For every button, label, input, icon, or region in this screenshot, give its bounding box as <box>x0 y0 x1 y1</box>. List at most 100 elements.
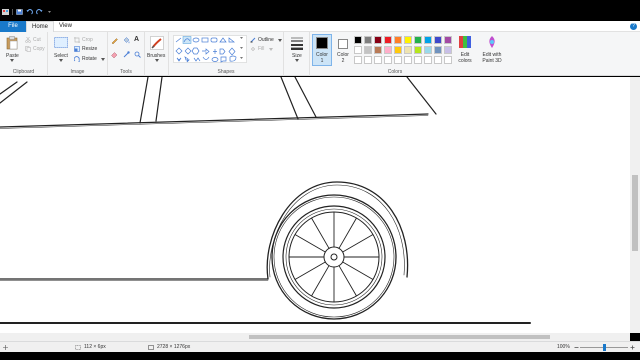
canvas-size-icon <box>148 345 154 350</box>
color-swatch[interactable] <box>434 36 442 44</box>
paint3d-icon[interactable] <box>486 36 498 48</box>
edit-colors-icon[interactable] <box>459 36 471 48</box>
horizontal-scrollbar[interactable] <box>0 333 630 341</box>
eraser-icon[interactable] <box>111 51 118 58</box>
magnifier-icon[interactable] <box>134 51 141 58</box>
cursor-position-icon <box>3 345 8 350</box>
resize-button[interactable]: Resize <box>82 46 97 52</box>
group-image: Select Crop Resize Rotate Image <box>48 32 108 76</box>
color2-label[interactable]: Color 2 <box>335 52 351 64</box>
color-swatch[interactable] <box>374 46 382 54</box>
select-dropdown-icon[interactable] <box>59 59 63 62</box>
color-picker-icon[interactable] <box>123 51 130 58</box>
pencil-icon[interactable] <box>111 37 118 44</box>
brushes-icon[interactable] <box>150 36 164 50</box>
color-swatch[interactable] <box>384 36 392 44</box>
rotate-icon[interactable] <box>74 56 80 62</box>
drawing-canvas[interactable] <box>0 77 630 333</box>
color2-swatch[interactable] <box>338 39 348 49</box>
redo-icon[interactable] <box>36 9 43 15</box>
shapes-group-label: Shapes <box>217 69 235 75</box>
edit-colors-button[interactable]: Edit colors <box>455 52 475 64</box>
group-size: Size <box>284 32 310 76</box>
color-swatch[interactable] <box>404 46 412 54</box>
copy-button[interactable]: Copy <box>33 46 45 52</box>
tools-group-label: Tools <box>120 69 132 75</box>
zoom-out-icon[interactable] <box>574 345 579 350</box>
colors-group-label: Colors <box>387 69 403 75</box>
color-swatch[interactable] <box>394 56 402 64</box>
color-swatch[interactable] <box>354 56 362 64</box>
color-swatch[interactable] <box>444 56 452 64</box>
color-swatch[interactable] <box>394 36 402 44</box>
car-pillar-line <box>139 77 149 124</box>
car-belt-line <box>0 113 429 128</box>
rotate-button[interactable]: Rotate <box>82 56 97 62</box>
color-swatch[interactable] <box>374 56 382 64</box>
color-swatch[interactable] <box>404 36 412 44</box>
color-swatch[interactable] <box>424 36 432 44</box>
color-swatch[interactable] <box>414 56 422 64</box>
select-icon[interactable] <box>54 37 68 48</box>
brushes-dropdown-icon[interactable] <box>155 59 159 62</box>
fill-bucket-icon[interactable] <box>123 37 130 44</box>
outline-dropdown-icon[interactable] <box>278 39 282 42</box>
color-swatch[interactable] <box>414 36 422 44</box>
size-dropdown-icon[interactable] <box>295 59 299 62</box>
paste-icon[interactable] <box>6 36 18 50</box>
color-swatch[interactable] <box>414 46 422 54</box>
canvas-area[interactable] <box>0 77 630 333</box>
group-clipboard: Paste Cut Copy Clipboard <box>0 32 48 76</box>
group-shapes: Outline Fill Shapes <box>169 32 284 76</box>
resize-icon[interactable] <box>74 46 80 52</box>
vertical-scrollbar[interactable] <box>630 77 640 333</box>
zoom-in-icon[interactable] <box>630 345 635 350</box>
group-brushes: Brushes <box>145 32 169 76</box>
fill-icon <box>250 46 256 52</box>
help-icon[interactable]: ? <box>630 23 637 30</box>
size-icon[interactable] <box>290 36 304 50</box>
crop-button[interactable]: Crop <box>82 37 93 43</box>
group-colors: Color 1 Color 2 Colors Edit colors Edit … <box>310 32 510 76</box>
color-swatch[interactable] <box>394 46 402 54</box>
color-swatch[interactable] <box>354 46 362 54</box>
paste-dropdown-icon[interactable] <box>10 59 14 62</box>
zoom-slider-thumb[interactable] <box>603 344 606 351</box>
color-swatch[interactable] <box>404 56 412 64</box>
group-tools: A Tools <box>108 32 145 76</box>
tab-file[interactable]: File <box>0 21 26 32</box>
car-pillar-line <box>155 77 163 122</box>
undo-icon[interactable] <box>26 9 33 15</box>
color-swatch[interactable] <box>444 36 452 44</box>
outline-icon[interactable] <box>250 37 256 43</box>
color-swatch[interactable] <box>384 46 392 54</box>
color-swatch[interactable] <box>434 56 442 64</box>
color-swatch[interactable] <box>424 46 432 54</box>
color-swatch[interactable] <box>374 36 382 44</box>
fill-button[interactable]: Fill <box>258 46 264 52</box>
ribbon-tabs: File Home View ? <box>0 21 640 33</box>
color-swatch[interactable] <box>424 56 432 64</box>
color-swatch[interactable] <box>444 46 452 54</box>
qat-separator <box>12 9 13 15</box>
horizontal-scroll-thumb[interactable] <box>249 335 550 339</box>
shapes-gallery[interactable] <box>173 35 247 63</box>
color1-label: Color 1 <box>316 52 328 64</box>
color-swatch[interactable] <box>364 36 372 44</box>
cut-button[interactable]: Cut <box>33 37 41 43</box>
clipboard-group-label: Clipboard <box>12 69 35 75</box>
outline-button[interactable]: Outline <box>258 37 274 43</box>
color-swatch[interactable] <box>384 56 392 64</box>
vertical-scroll-thumb[interactable] <box>632 175 638 251</box>
text-tool-icon[interactable]: A <box>134 36 139 43</box>
color-swatch[interactable] <box>364 56 372 64</box>
tab-view[interactable]: View <box>54 21 77 32</box>
color-swatch[interactable] <box>354 36 362 44</box>
save-icon[interactable] <box>16 9 23 15</box>
color-swatch[interactable] <box>434 46 442 54</box>
color-swatch[interactable] <box>364 46 372 54</box>
paint3d-button[interactable]: Edit with Paint 3D <box>478 52 506 64</box>
qat-customize-icon[interactable] <box>46 9 53 15</box>
rotate-dropdown-icon[interactable] <box>101 58 105 61</box>
copy-icon <box>25 46 31 52</box>
